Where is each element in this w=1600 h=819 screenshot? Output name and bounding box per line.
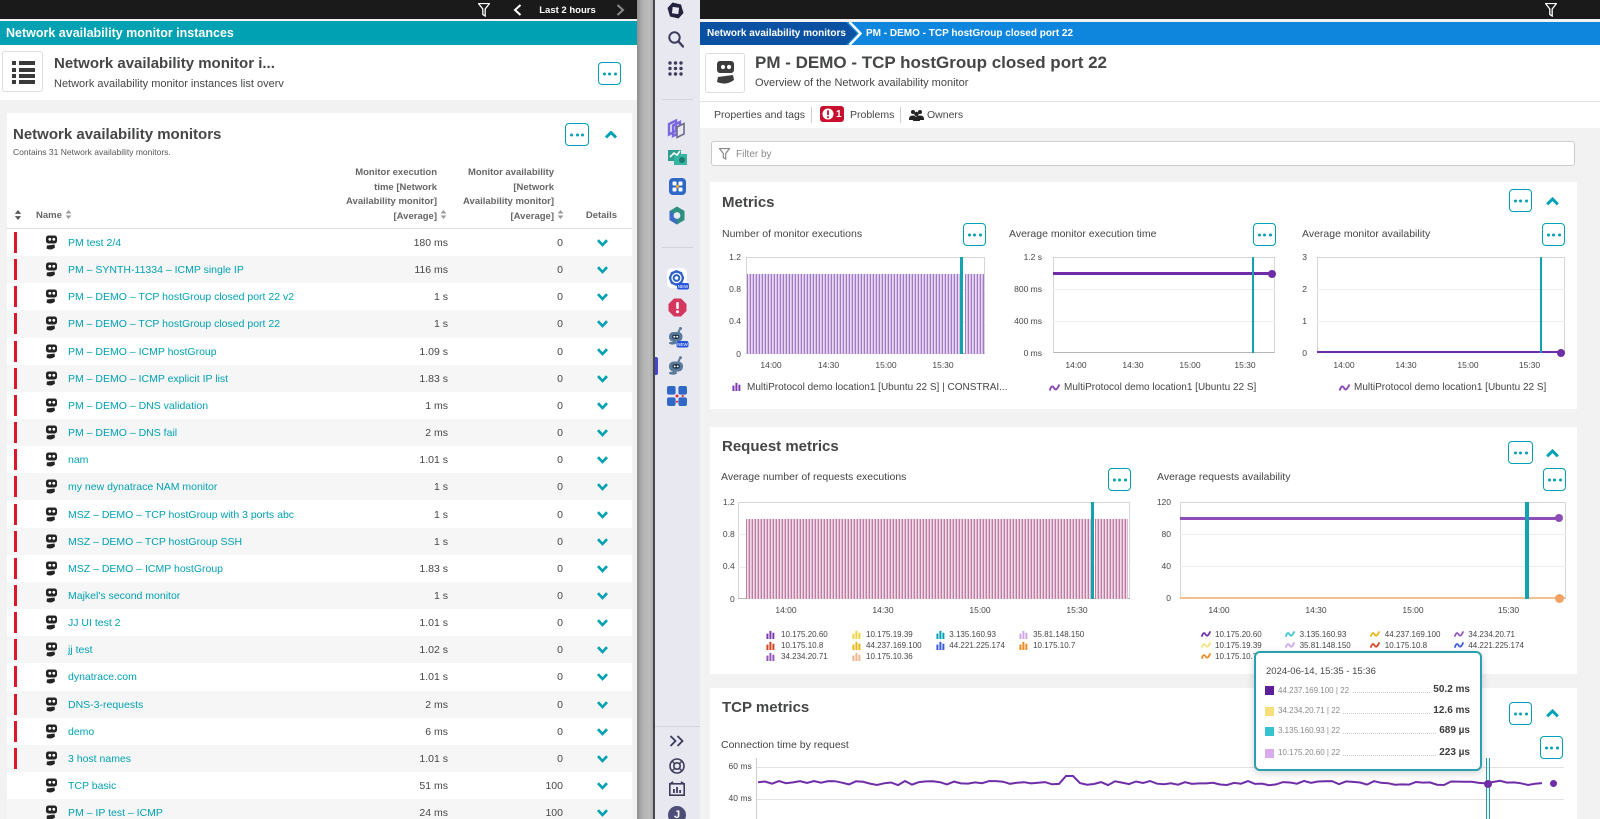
svg-text:NEW: NEW <box>678 284 689 289</box>
svg-text:NEW: NEW <box>677 342 688 347</box>
